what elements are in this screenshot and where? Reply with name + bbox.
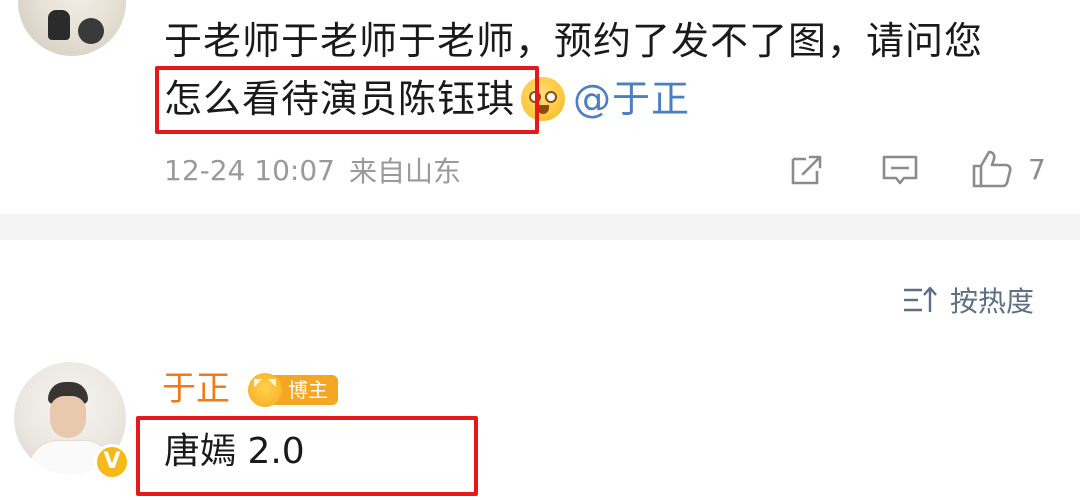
sort-icon xyxy=(904,286,937,312)
like-count: 7 xyxy=(1028,153,1046,186)
section-divider xyxy=(0,214,1080,240)
highlight-box-question xyxy=(155,66,539,134)
sort-label: 按热度 xyxy=(950,285,1035,318)
commenter-avatar[interactable] xyxy=(18,0,126,56)
comment-meta: 12-24 10:07 来自山东 xyxy=(164,148,461,192)
comment-text-line1: 于老师于老师于老师，预约了发不了图，请问您 xyxy=(164,19,984,63)
highlight-box-reply xyxy=(136,416,478,496)
blogger-badge: 博主 xyxy=(248,372,338,408)
mention-link[interactable]: @于正 xyxy=(573,72,690,126)
reply-username[interactable]: 于正 xyxy=(162,366,230,412)
comment-location: 来自山东 xyxy=(348,155,461,188)
verified-badge-icon: V xyxy=(94,444,130,480)
sort-by-hot-button[interactable]: 按热度 xyxy=(902,280,1034,320)
crown-icon xyxy=(248,373,282,407)
share-icon[interactable] xyxy=(786,150,826,190)
comment-date: 12-24 10:07 xyxy=(164,153,335,187)
comment-icon[interactable] xyxy=(880,150,920,190)
like-icon[interactable] xyxy=(970,146,1014,190)
